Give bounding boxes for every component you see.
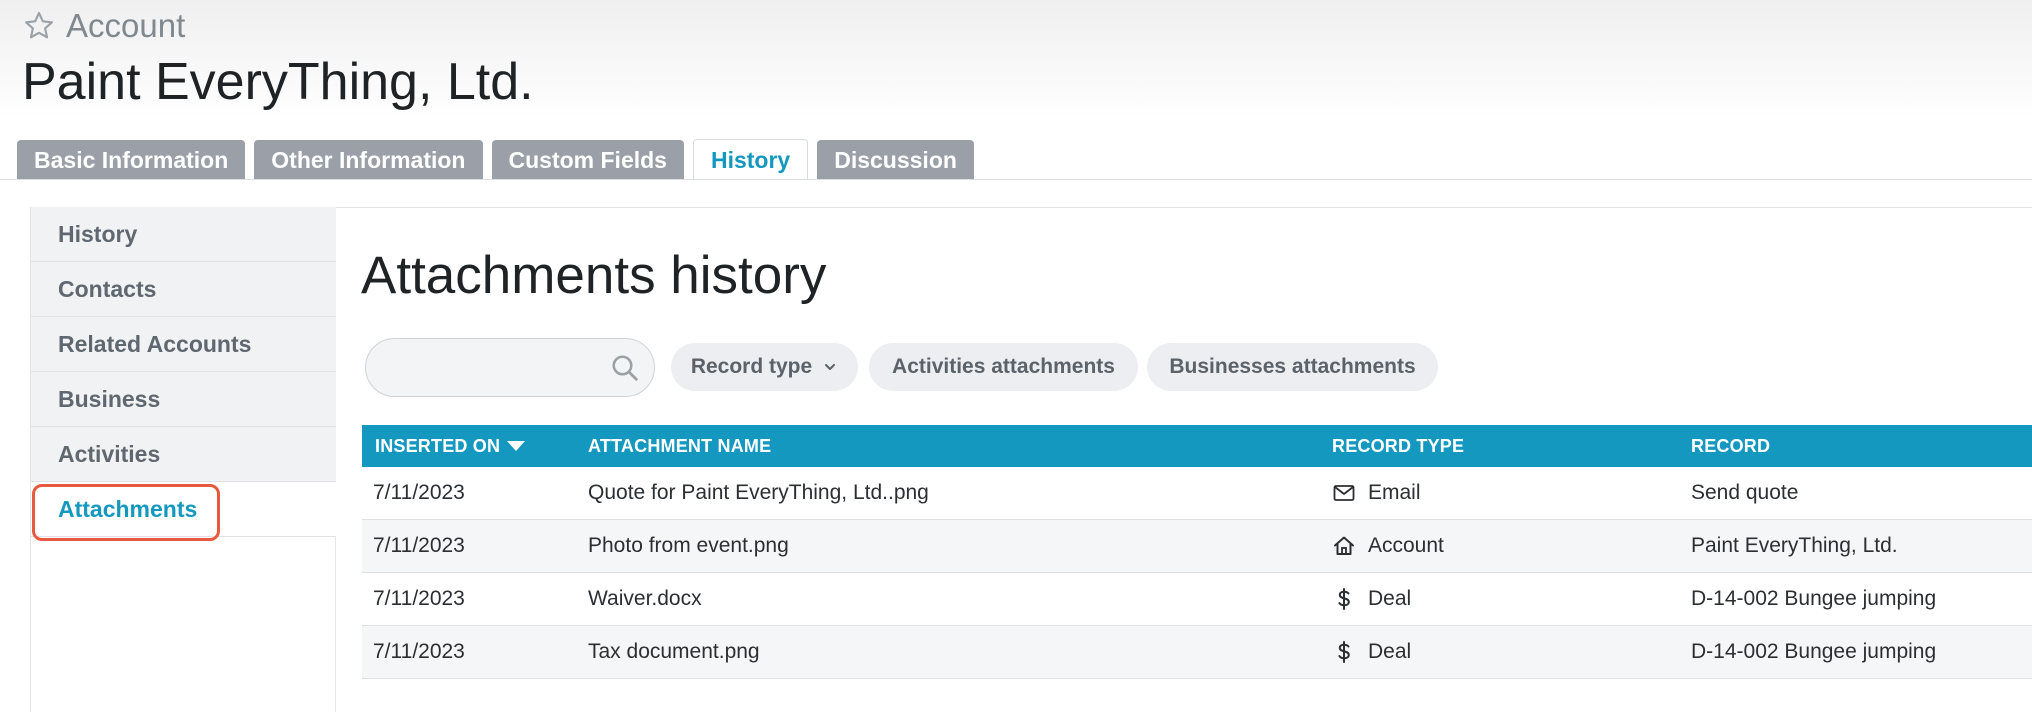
- column-inserted-on[interactable]: INSERTED ON: [375, 425, 526, 467]
- home-icon: [1334, 536, 1354, 555]
- record-cell[interactable]: Paint EveryThing, Ltd.: [1691, 520, 1898, 572]
- column-record-type[interactable]: RECORD TYPE: [1332, 425, 1464, 467]
- sidebar-item-business[interactable]: Business: [31, 372, 336, 427]
- attachment-name-cell[interactable]: Photo from event.png: [588, 520, 789, 572]
- search-box: [365, 338, 655, 397]
- record-type-cell: Deal: [1332, 626, 1411, 678]
- section-title: Attachments history: [361, 246, 827, 305]
- attachment-name-cell[interactable]: Waiver.docx: [588, 573, 702, 625]
- sidebar-item-related-accounts[interactable]: Related Accounts: [31, 317, 336, 372]
- page-header: Account Paint EveryThing, Ltd. Basic Inf…: [0, 0, 2032, 180]
- sidebar-item-activities[interactable]: Activities: [31, 427, 336, 482]
- breadcrumb: Account: [22, 6, 185, 46]
- activities-attachments-button[interactable]: Activities attachments: [869, 343, 1138, 391]
- inserted-on-cell: 7/11/2023: [373, 640, 465, 663]
- column-inserted-on-label: INSERTED ON: [375, 435, 501, 456]
- table-row[interactable]: 7/11/2023 Tax document.png Deal D-14-002…: [362, 626, 2032, 679]
- tab-custom-fields[interactable]: Custom Fields: [491, 140, 684, 180]
- tab-bar: Basic Information Other Information Cust…: [17, 139, 974, 180]
- attachment-name-cell[interactable]: Quote for Paint EveryThing, Ltd..png: [588, 467, 929, 519]
- record-type-label: Record type: [690, 355, 813, 378]
- tab-history[interactable]: History: [692, 139, 809, 180]
- breadcrumb-label: Account: [66, 7, 186, 44]
- record-type-label: Email: [1368, 481, 1421, 504]
- attachment-name-cell[interactable]: Tax document.png: [588, 626, 760, 678]
- businesses-attachments-button[interactable]: Businesses attachments: [1147, 343, 1438, 391]
- column-record[interactable]: RECORD: [1691, 425, 1770, 467]
- tab-basic-information[interactable]: Basic Information: [17, 140, 246, 180]
- search-input[interactable]: [382, 349, 592, 387]
- sidebar-item-attachments[interactable]: Attachments: [31, 482, 336, 537]
- table-header: INSERTED ON ATTACHMENT NAME RECORD TYPE …: [362, 425, 2032, 467]
- dollar-icon: [1338, 641, 1350, 663]
- inserted-on-cell: 7/11/2023: [373, 534, 465, 557]
- sidebar-item-history[interactable]: History: [31, 207, 336, 262]
- tabs-divider: [0, 179, 2032, 180]
- record-cell[interactable]: D-14-002 Bungee jumping: [1691, 626, 1936, 678]
- attachments-table: INSERTED ON ATTACHMENT NAME RECORD TYPE …: [362, 425, 2032, 679]
- tab-other-information[interactable]: Other Information: [254, 140, 483, 180]
- table-row[interactable]: 7/11/2023 Photo from event.png Account P…: [362, 520, 2032, 573]
- record-cell[interactable]: D-14-002 Bungee jumping: [1691, 573, 1936, 625]
- tab-discussion[interactable]: Discussion: [817, 140, 974, 180]
- page-title: Paint EveryThing, Ltd.: [22, 53, 534, 111]
- dollar-icon: [1338, 588, 1350, 610]
- record-type-cell: Deal: [1332, 573, 1411, 625]
- star-icon[interactable]: [22, 9, 56, 43]
- table-row[interactable]: 7/11/2023 Quote for Paint EveryThing, Lt…: [362, 467, 2032, 520]
- record-type-dropdown[interactable]: Record type: [671, 343, 858, 391]
- record-type-label: Account: [1368, 534, 1444, 557]
- history-sidebar: History Contacts Related Accounts Busine…: [30, 207, 336, 712]
- record-type-cell: Account: [1332, 520, 1444, 572]
- record-type-label: Deal: [1368, 640, 1412, 663]
- inserted-on-cell: 7/11/2023: [373, 587, 465, 610]
- search-icon[interactable]: [610, 353, 640, 383]
- record-type-cell: Email: [1332, 467, 1421, 519]
- record-type-label: Deal: [1368, 587, 1412, 610]
- chevron-down-icon: [825, 364, 836, 370]
- table-row[interactable]: 7/11/2023 Waiver.docx Deal D-14-002 Bung…: [362, 573, 2032, 626]
- column-attachment-name[interactable]: ATTACHMENT NAME: [588, 425, 771, 467]
- sort-down-icon: [507, 441, 526, 451]
- inserted-on-cell: 7/11/2023: [373, 481, 465, 504]
- record-cell[interactable]: Send quote: [1691, 467, 1798, 519]
- sidebar-item-contacts[interactable]: Contacts: [31, 262, 336, 317]
- envelope-icon: [1333, 485, 1355, 501]
